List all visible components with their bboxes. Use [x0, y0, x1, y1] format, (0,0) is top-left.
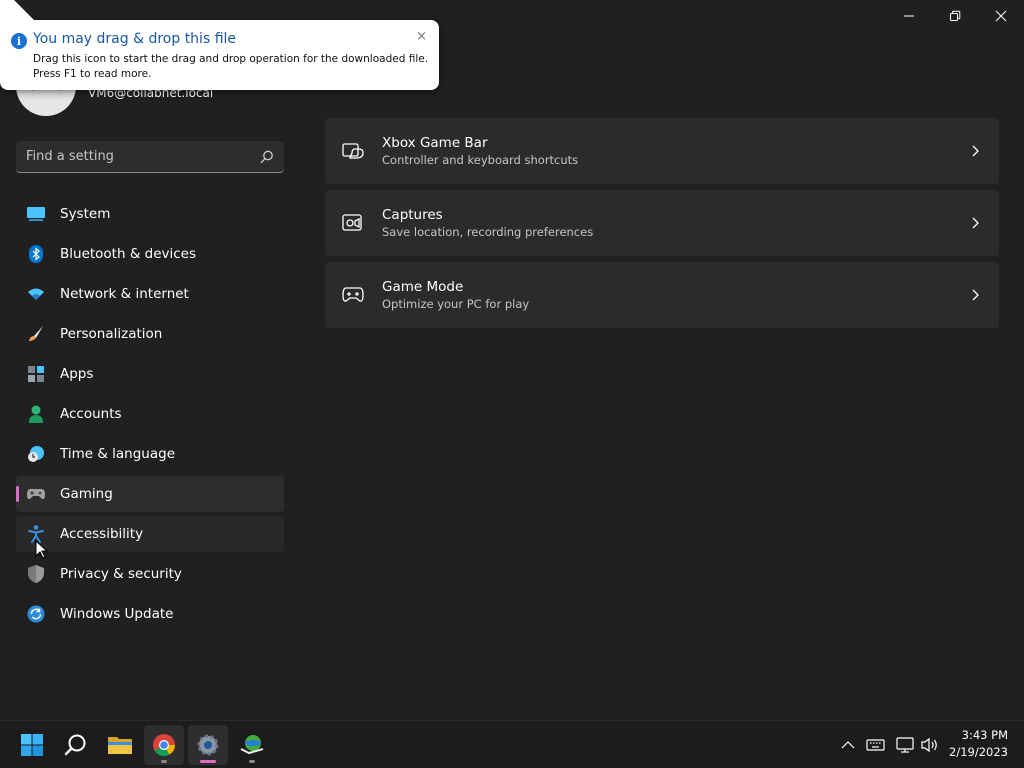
minimize-icon — [904, 15, 914, 17]
chevron-up-icon[interactable] — [838, 738, 858, 752]
sidebar-item-label: Accessibility — [60, 526, 144, 542]
selection-indicator — [16, 486, 19, 502]
chevron-right-icon — [967, 215, 983, 231]
card-subtitle: Controller and keyboard shortcuts — [382, 153, 579, 167]
clock-date: 2/19/2023 — [949, 745, 1008, 759]
card-subtitle: Optimize your PC for play — [382, 297, 530, 311]
download-manager-icon — [240, 735, 264, 755]
popup-pointer — [0, 0, 36, 22]
popup-body: Drag this icon to start the drag and dro… — [33, 52, 428, 82]
volume-icon[interactable] — [920, 737, 940, 753]
capture-icon — [341, 211, 365, 235]
system-tray — [838, 721, 940, 768]
card-subtitle: Save location, recording preferences — [382, 225, 594, 239]
card-title: Xbox Game Bar — [382, 135, 488, 151]
sidebar-item-label: System — [60, 206, 111, 222]
active-indicator — [200, 760, 216, 763]
search-icon — [260, 150, 273, 163]
taskbar: 3:43 PM 2/19/2023 — [0, 720, 1024, 768]
gaming-settings-list: Xbox Game Bar Controller and keyboard sh… — [325, 118, 999, 334]
sidebar-item-label: Privacy & security — [60, 566, 182, 582]
close-button[interactable] — [978, 0, 1024, 32]
card-xbox-game-bar[interactable]: Xbox Game Bar Controller and keyboard sh… — [325, 118, 999, 184]
sidebar-item-time-language[interactable]: Time & language — [16, 436, 284, 472]
chevron-right-icon — [967, 287, 983, 303]
person-icon — [26, 404, 46, 424]
chrome-button[interactable] — [144, 725, 184, 765]
start-icon — [21, 734, 43, 756]
shield-icon — [26, 564, 46, 584]
start-button[interactable] — [12, 725, 52, 765]
download-manager-button[interactable] — [232, 725, 272, 765]
sidebar-item-label: Gaming — [60, 486, 113, 502]
sidebar-item-personalization[interactable]: Personalization — [16, 316, 284, 352]
sidebar-item-label: Time & language — [60, 446, 176, 462]
apps-icon — [26, 364, 46, 384]
restore-button[interactable] — [932, 0, 978, 32]
close-icon — [995, 10, 1007, 22]
sidebar-item-privacy[interactable]: Privacy & security — [16, 556, 284, 592]
chrome-icon — [153, 734, 175, 756]
wifi-icon — [26, 284, 46, 304]
globe-clock-icon — [26, 444, 46, 464]
sidebar-item-accessibility[interactable]: Accessibility — [16, 516, 284, 552]
minimize-button[interactable] — [886, 0, 932, 32]
file-explorer-button[interactable] — [100, 725, 140, 765]
popup-title: You may drag & drop this file — [33, 31, 237, 47]
sidebar-item-system[interactable]: System — [16, 196, 284, 232]
drag-drop-popup[interactable]: i You may drag & drop this file Drag thi… — [0, 20, 439, 90]
card-game-mode[interactable]: Game Mode Optimize your PC for play — [325, 262, 999, 328]
sidebar-item-label: Network & internet — [60, 286, 189, 302]
card-title: Game Mode — [382, 279, 464, 295]
keyboard-icon[interactable] — [866, 738, 886, 752]
restore-icon — [950, 10, 961, 21]
sidebar-item-bluetooth[interactable]: Bluetooth & devices — [16, 236, 284, 272]
game-bar-icon — [341, 139, 365, 163]
sidebar-item-apps[interactable]: Apps — [16, 356, 284, 392]
mouse-cursor-icon — [35, 540, 49, 559]
window-controls — [886, 0, 1024, 32]
running-indicator — [161, 760, 167, 763]
update-icon — [26, 604, 46, 624]
sidebar-item-label: Bluetooth & devices — [60, 246, 197, 262]
chevron-right-icon — [967, 143, 983, 159]
brush-icon — [26, 324, 46, 344]
sidebar-item-accounts[interactable]: Accounts — [16, 396, 284, 432]
sidebar-item-windows-update[interactable]: Windows Update — [16, 596, 284, 632]
sidebar-item-label: Apps — [60, 366, 94, 382]
search-input[interactable]: Find a setting — [16, 141, 284, 173]
sidebar-nav: System Bluetooth & devices Network & int… — [16, 196, 284, 636]
file-explorer-icon — [108, 737, 132, 754]
sidebar-item-gaming[interactable]: Gaming — [16, 476, 284, 512]
system-icon — [26, 204, 46, 224]
settings-button[interactable] — [188, 725, 228, 765]
sidebar-item-label: Windows Update — [60, 606, 174, 622]
clock-time: 3:43 PM — [961, 728, 1008, 742]
sidebar-item-network[interactable]: Network & internet — [16, 276, 284, 312]
clock[interactable]: 3:43 PM 2/19/2023 — [949, 727, 1008, 761]
taskbar-search-button[interactable] — [56, 725, 96, 765]
sidebar-item-label: Personalization — [60, 326, 163, 342]
popup-line-1: Drag this icon to start the drag and dro… — [33, 53, 429, 65]
search-icon — [64, 734, 86, 756]
card-captures[interactable]: Captures Save location, recording prefer… — [325, 190, 999, 256]
gamepad-icon — [341, 283, 365, 307]
bluetooth-icon — [26, 244, 46, 264]
network-icon[interactable] — [896, 737, 916, 753]
info-icon: i — [11, 33, 27, 49]
gamepad-icon — [26, 484, 46, 504]
settings-icon — [197, 734, 219, 756]
card-title: Captures — [382, 207, 443, 223]
running-indicator — [249, 760, 255, 763]
sidebar-item-label: Accounts — [60, 406, 122, 422]
search-placeholder: Find a setting — [26, 149, 114, 164]
popup-close-button[interactable]: × — [416, 29, 427, 44]
popup-line-2: Press F1 to read more. — [33, 68, 152, 80]
